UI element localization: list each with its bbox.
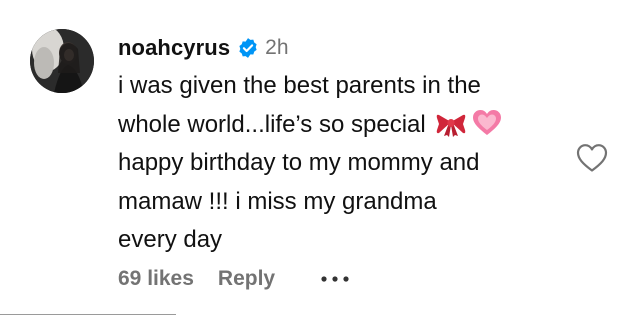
comment-line: every day: [118, 221, 558, 260]
like-button[interactable]: [576, 143, 608, 173]
comment-line: happy birthday to my mommy and: [118, 144, 558, 183]
comment-line: i was given the best parents in the: [118, 67, 558, 106]
comment-line: whole world...life’s so special: [118, 106, 558, 145]
avatar-photo: [30, 29, 94, 93]
comment-line-text: i was given the best parents in the: [118, 72, 481, 99]
comment-text: i was given the best parents in the whol…: [118, 67, 558, 260]
pink-heart-emoji: [472, 109, 502, 150]
comment-actions: 69 likes Reply: [118, 263, 351, 295]
avatar[interactable]: [30, 29, 94, 93]
divider: [0, 314, 176, 315]
timestamp[interactable]: 2h: [265, 36, 288, 60]
comment-line-text: every day: [118, 226, 223, 253]
comment-line-text: whole world...life’s so special: [118, 110, 426, 138]
likes-count[interactable]: 69 likes: [118, 267, 194, 291]
reply-button[interactable]: Reply: [218, 267, 275, 291]
more-options-icon[interactable]: [319, 274, 351, 284]
heart-outline-icon: [576, 144, 608, 172]
comment-line: mamaw !!! i miss my grandma: [118, 183, 558, 222]
comment-line-text: happy birthday to my mommy and: [118, 149, 480, 176]
username[interactable]: noahcyrus: [118, 35, 230, 61]
verified-badge-icon: [237, 37, 259, 59]
comment-line-text: mamaw !!! i miss my grandma: [118, 187, 437, 215]
comment-header: noahcyrus 2h: [118, 31, 289, 65]
